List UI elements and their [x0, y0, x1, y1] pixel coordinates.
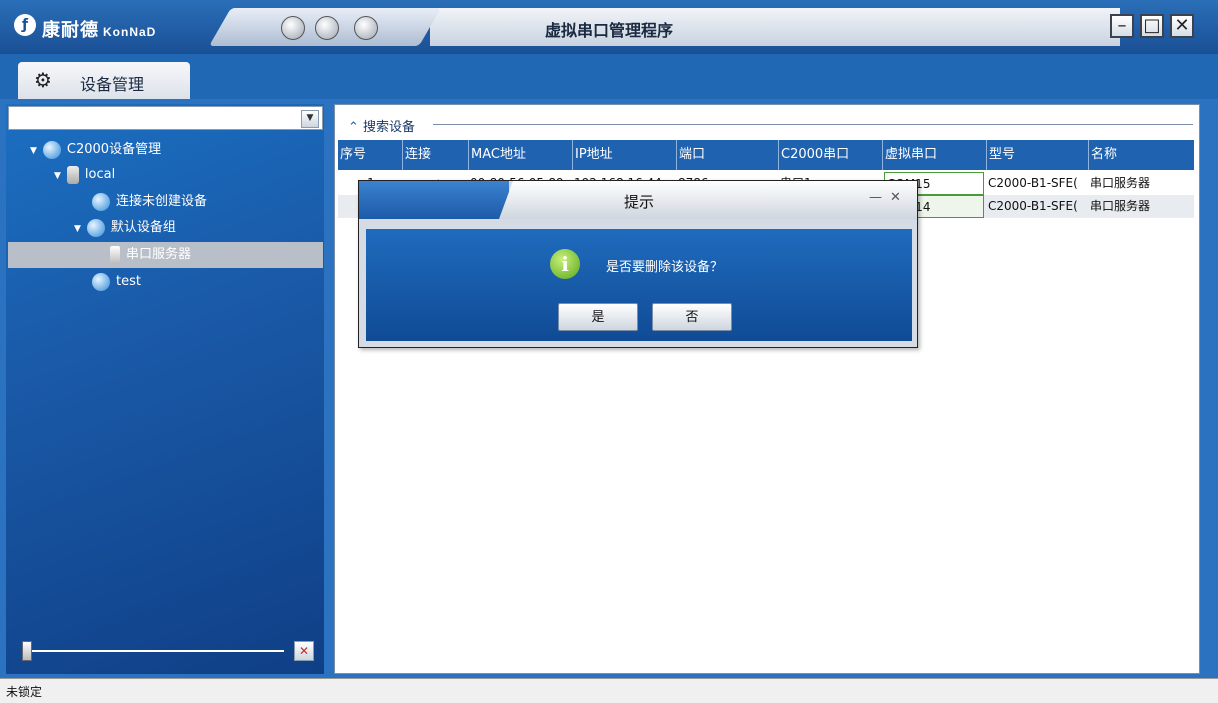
dialog-body: i 是否要删除该设备？ 是 否	[366, 229, 912, 341]
cell-model: C2000-B1-SFE(	[988, 176, 1078, 190]
confirm-dialog: 提示 — ✕ i 是否要删除该设备？ 是 否	[358, 180, 918, 348]
computer-icon	[66, 165, 79, 184]
table-header: 序号 连接 MAC地址 IP地址 端口 C2000串口 虚拟串口 型号 名称	[338, 140, 1194, 170]
tree-item-local[interactable]: ▼ local	[54, 163, 115, 187]
tree-label-uncreated: 连接未创建设备	[116, 194, 208, 209]
tab-label: 设备管理	[80, 75, 145, 94]
col-header-port[interactable]: 端口	[676, 140, 778, 170]
skin-button-2[interactable]	[315, 16, 339, 40]
title-background	[430, 8, 1120, 46]
status-bar: 未锁定	[0, 678, 1218, 703]
col-header-virtual-port[interactable]: 虚拟串口	[882, 140, 986, 170]
cell-name: 串口服务器	[1090, 176, 1151, 190]
title-bar: ƒ 康耐德 KonNaD 虚拟串口管理程序 – □ ✕	[0, 0, 1218, 54]
tree-label-test: test	[116, 274, 141, 289]
tab-device-management[interactable]: ⚙ 设备管理	[18, 62, 190, 99]
slider-track[interactable]	[22, 650, 284, 652]
cell-name: 串口服务器	[1090, 199, 1151, 213]
col-header-connect[interactable]: 连接	[402, 140, 468, 170]
skin-button-3[interactable]	[354, 16, 378, 40]
logo-subtext: KonNaD	[103, 25, 157, 39]
tree-item-test[interactable]: test	[92, 270, 141, 294]
col-header-ip[interactable]: IP地址	[572, 140, 676, 170]
col-header-index[interactable]: 序号	[338, 140, 402, 170]
globe-icon	[86, 218, 105, 237]
gear-icon: ⚙	[34, 68, 52, 92]
col-header-mac[interactable]: MAC地址	[468, 140, 572, 170]
cell-model: C2000-B1-SFE(	[988, 199, 1078, 213]
tree-item-default-group[interactable]: ▼ 默认设备组	[74, 216, 176, 240]
lock-status: 未锁定	[6, 685, 43, 699]
expand-arrow-icon[interactable]: ▼	[74, 224, 81, 234]
no-button[interactable]: 否	[652, 303, 732, 331]
col-header-name[interactable]: 名称	[1088, 140, 1194, 170]
yes-button[interactable]: 是	[558, 303, 638, 331]
group-combo[interactable]: ▼	[8, 106, 323, 130]
tree-label-local: local	[84, 167, 116, 182]
dialog-minimize-icon[interactable]: —	[869, 190, 882, 205]
section-search-devices[interactable]: ⌃ 搜索设备	[348, 116, 415, 135]
logo-text: 康耐德	[42, 20, 99, 40]
tab-bar: ⚙ 设备管理	[0, 54, 1218, 99]
device-icon	[110, 245, 120, 264]
section-divider	[433, 124, 1193, 125]
section-title-label: 搜索设备	[363, 120, 416, 135]
globe-icon	[42, 140, 61, 159]
maximize-button[interactable]: □	[1140, 14, 1164, 38]
tree-label-default-group: 默认设备组	[110, 220, 176, 235]
minimize-button[interactable]: –	[1110, 14, 1134, 38]
dialog-close-icon[interactable]: ✕	[890, 190, 901, 205]
zoom-slider: ✕	[10, 640, 320, 662]
dialog-message: 是否要删除该设备？	[606, 260, 724, 275]
tree-item-root[interactable]: ▼ C2000设备管理	[30, 138, 161, 162]
expand-arrow-icon[interactable]: ▼	[54, 171, 61, 181]
delete-icon[interactable]: ✕	[294, 641, 314, 661]
chevron-down-icon[interactable]: ▼	[301, 110, 319, 128]
dialog-title: 提示	[623, 193, 654, 211]
globe-icon	[92, 272, 110, 291]
slider-handle[interactable]	[22, 641, 32, 661]
tree-label-serial-server: 串口服务器	[126, 247, 192, 262]
collapse-up-icon[interactable]: ⌃	[348, 120, 359, 135]
tree-label-root: C2000设备管理	[66, 142, 162, 157]
col-header-c2000-port[interactable]: C2000串口	[778, 140, 882, 170]
tree-item-serial-server[interactable]: 串口服务器	[110, 243, 191, 267]
close-button[interactable]: ✕	[1170, 14, 1194, 38]
globe-icon	[92, 192, 110, 211]
brand-logo: ƒ 康耐德 KonNaD	[0, 0, 230, 54]
skin-button-1[interactable]	[281, 16, 305, 40]
info-icon: i	[550, 249, 580, 279]
logo-mark-icon: ƒ	[14, 14, 36, 36]
col-header-model[interactable]: 型号	[986, 140, 1088, 170]
tree-item-uncreated[interactable]: 连接未创建设备	[92, 190, 207, 214]
expand-arrow-icon[interactable]: ▼	[30, 146, 37, 156]
